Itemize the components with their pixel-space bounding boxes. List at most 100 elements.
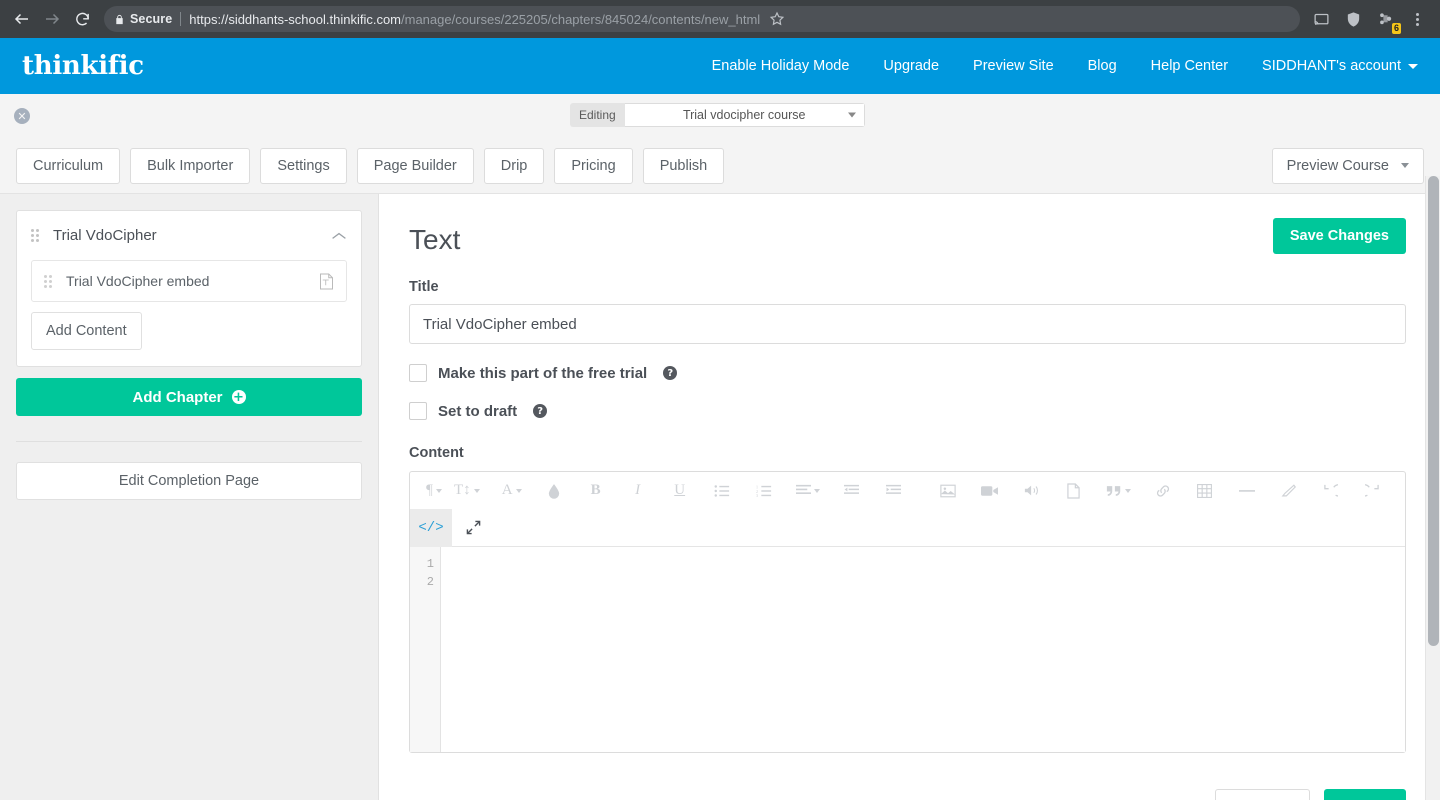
add-chapter-button[interactable]: Add Chapter +: [16, 378, 362, 416]
chapter-title: Trial VdoCipher: [53, 227, 157, 244]
page-scrollbar[interactable]: [1425, 176, 1440, 800]
quote-icon[interactable]: [1102, 476, 1135, 506]
rich-text-editor: ¶ T↕ A B I U 123 </> 1 2: [409, 471, 1406, 753]
close-circle-icon[interactable]: ✕: [14, 108, 30, 124]
text-content-icon: [319, 273, 334, 290]
chevron-down-icon: [1408, 63, 1418, 69]
tab-pricing[interactable]: Pricing: [554, 147, 633, 184]
code-view-icon[interactable]: </>: [410, 508, 452, 547]
tab-drip[interactable]: Drip: [483, 147, 545, 184]
chevron-down-icon: [1401, 163, 1409, 168]
clear-formatting-icon[interactable]: [1275, 476, 1303, 506]
chevron-down-icon: [847, 112, 856, 118]
top-nav-links: Enable Holiday Mode Upgrade Preview Site…: [712, 58, 1418, 74]
chevron-up-icon[interactable]: [331, 231, 347, 241]
forward-arrow-icon[interactable]: [38, 5, 66, 33]
url-text: https://siddhants-school.thinkific.com/m…: [189, 12, 760, 27]
curriculum-sidebar: Trial VdoCipher Trial VdoCipher embed Ad…: [0, 194, 379, 800]
underline-icon[interactable]: U: [666, 476, 694, 506]
nav-link-upgrade[interactable]: Upgrade: [883, 58, 939, 74]
shield-icon[interactable]: [1342, 8, 1364, 30]
code-input[interactable]: [441, 547, 1405, 752]
bottom-action-bar: Cancel Save: [409, 789, 1406, 800]
redo-icon[interactable]: [1359, 476, 1387, 506]
preview-course-button[interactable]: Preview Course: [1271, 147, 1424, 184]
help-icon[interactable]: ?: [663, 366, 678, 380]
tab-settings[interactable]: Settings: [260, 147, 347, 184]
editor-toolbar-row-2: </>: [410, 508, 1405, 547]
bold-icon[interactable]: B: [582, 476, 610, 506]
list-item[interactable]: Trial VdoCipher embed: [31, 260, 347, 302]
save-changes-button[interactable]: Save Changes: [1272, 218, 1406, 254]
insert-file-icon[interactable]: [1060, 476, 1088, 506]
tab-publish[interactable]: Publish: [642, 147, 725, 184]
nav-link-enable-holiday-mode[interactable]: Enable Holiday Mode: [712, 58, 850, 74]
paragraph-format-icon[interactable]: ¶: [420, 476, 448, 506]
course-select[interactable]: Trial vdocipher course: [624, 103, 865, 127]
line-number: 2: [426, 575, 434, 589]
star-icon[interactable]: [766, 8, 788, 30]
tab-bulk-importer[interactable]: Bulk Importer: [130, 147, 251, 184]
insert-image-icon[interactable]: [934, 476, 962, 506]
drag-handle-icon[interactable]: [44, 274, 52, 288]
set-draft-checkbox[interactable]: [409, 402, 427, 420]
align-icon[interactable]: [792, 476, 824, 506]
url-path: /manage/courses/225205/chapters/845024/c…: [401, 11, 761, 27]
reload-icon[interactable]: [68, 5, 96, 33]
insert-video-icon[interactable]: [976, 476, 1004, 506]
save-button[interactable]: Save: [1324, 789, 1406, 800]
main-header: Text Save Changes: [409, 218, 1406, 254]
kebab-menu-icon[interactable]: [1406, 8, 1428, 30]
background-color-icon[interactable]: [540, 476, 568, 506]
set-draft-label: Set to draft: [438, 402, 518, 420]
free-trial-checkbox-row: Make this part of the free trial ?: [409, 364, 1406, 382]
nav-link-blog[interactable]: Blog: [1088, 58, 1117, 74]
title-field-label: Title: [409, 279, 439, 295]
title-input[interactable]: [409, 304, 1406, 344]
plus-circle-icon: +: [231, 389, 246, 405]
cancel-button[interactable]: Cancel: [1214, 789, 1311, 800]
nav-link-preview-site[interactable]: Preview Site: [973, 58, 1054, 74]
url-domain: https://siddhants-school.thinkific.com: [189, 11, 402, 27]
numbered-list-icon[interactable]: 123: [750, 476, 778, 506]
editing-bar: ✕ Editing Trial vdocipher course: [0, 94, 1440, 138]
free-trial-label: Make this part of the free trial: [438, 364, 648, 382]
add-chapter-label: Add Chapter: [132, 388, 223, 406]
browser-extension-icons: 6: [1310, 8, 1432, 34]
address-bar[interactable]: Secure https://siddhants-school.thinkifi…: [104, 6, 1300, 32]
drag-handle-icon[interactable]: [31, 229, 39, 242]
scrollbar-thumb[interactable]: [1428, 176, 1439, 646]
edit-completion-page-button[interactable]: Edit Completion Page: [16, 462, 362, 500]
free-trial-checkbox[interactable]: [409, 364, 427, 382]
account-menu[interactable]: SIDDHANT's account: [1262, 58, 1418, 74]
bullet-list-icon[interactable]: [708, 476, 736, 506]
chapter-header[interactable]: Trial VdoCipher: [17, 211, 361, 260]
insert-audio-icon[interactable]: [1018, 476, 1046, 506]
tab-page-builder[interactable]: Page Builder: [356, 147, 474, 184]
back-arrow-icon[interactable]: [8, 5, 36, 33]
nav-link-help-center[interactable]: Help Center: [1151, 58, 1228, 74]
cast-icon[interactable]: [1310, 8, 1332, 30]
svg-text:3: 3: [756, 493, 758, 498]
insert-table-icon[interactable]: [1191, 476, 1219, 506]
page-body: Trial VdoCipher Trial VdoCipher embed Ad…: [0, 176, 1440, 800]
text-color-icon[interactable]: A: [498, 476, 526, 506]
font-size-icon[interactable]: T↕: [450, 476, 484, 506]
browser-toolbar: Secure https://siddhants-school.thinkifi…: [0, 0, 1440, 38]
indent-icon[interactable]: [880, 476, 908, 506]
undo-icon[interactable]: [1317, 476, 1345, 506]
insert-link-icon[interactable]: [1149, 476, 1177, 506]
course-select-value: Trial vdocipher course: [682, 108, 806, 122]
italic-icon[interactable]: I: [624, 476, 652, 506]
help-icon[interactable]: ?: [533, 404, 548, 418]
extension-icon[interactable]: 6: [1374, 8, 1401, 34]
add-content-button[interactable]: Add Content: [31, 312, 142, 350]
editing-label: Editing: [570, 103, 625, 127]
code-gutter: 1 2: [410, 547, 441, 752]
outdent-icon[interactable]: [838, 476, 866, 506]
thinkific-logo[interactable]: thinkific: [22, 51, 144, 81]
horizontal-rule-icon[interactable]: [1233, 476, 1261, 506]
page-title: Text: [409, 224, 461, 255]
fullscreen-icon[interactable]: [452, 509, 494, 547]
tab-curriculum[interactable]: Curriculum: [16, 147, 121, 184]
